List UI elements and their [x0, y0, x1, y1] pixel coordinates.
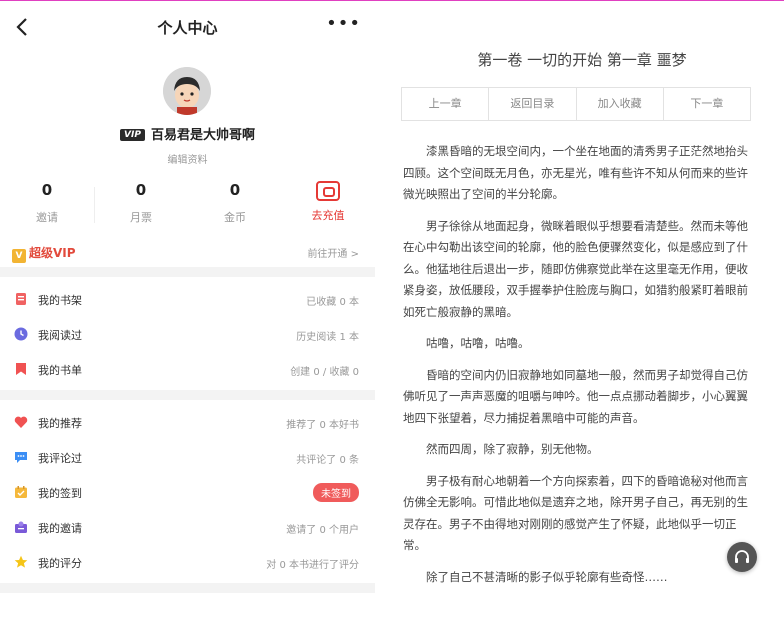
menu-value: 邀请了 0 个用户: [286, 525, 359, 536]
comment-icon: [15, 452, 27, 463]
section-separator: [0, 583, 375, 593]
checkin-status-badge[interactable]: 未签到: [313, 483, 359, 502]
menu-item-comments[interactable]: 我评论过 共评论了 0 条: [0, 439, 375, 474]
crown-icon: V: [12, 249, 26, 263]
avatar[interactable]: [163, 67, 211, 115]
paragraph: 男子徐徐从地面起身，微眯着眼似乎想要看清楚些。然而未等他在心中勾勒出该空间的轮廓…: [403, 218, 748, 319]
reader-panel: 第一卷 一切的开始 第一章 噩梦 上一章 返回目录 加入收藏 下一章 漆黑昏暗的…: [395, 1, 769, 626]
paragraph: 男子极有耐心地朝着一个方向探索着，四下的昏暗诡秘对他而言仿佛全无影响。可惜此地似…: [403, 473, 748, 553]
profile-panel: 个人中心 ••• VIP 百易君是大帅哥啊 编辑资料 0 邀请 0 月票 0 金…: [0, 1, 375, 626]
stat-coins[interactable]: 0 金币: [188, 181, 282, 225]
section-separator: [0, 390, 375, 400]
chapter-content: 漆黑昏暗的无垠空间内，一个坐在地面的清秀男子正茫然地抬头四顾。这个空间既无月色，…: [403, 141, 755, 598]
super-vip-row[interactable]: V 超级VIP 前往开通 >: [0, 237, 375, 267]
bookshelf-icon: [16, 293, 26, 305]
menu-value: 创建 0 / 收藏 0: [290, 367, 359, 378]
clock-icon: [14, 327, 28, 341]
paragraph: 昏暗的空间内仍旧寂静地如同墓地一般，然而男子却觉得自己仿佛听见了一声声恶魔的咀嚼…: [403, 367, 748, 425]
menu-label: 我评论过: [38, 452, 82, 465]
stat-value: 0: [135, 181, 147, 199]
username-row: VIP 百易君是大帅哥啊: [0, 124, 375, 143]
profile-section: VIP 百易君是大帅哥啊 编辑资料: [0, 53, 375, 173]
next-chapter-button[interactable]: 下一章: [664, 88, 750, 120]
more-menu-icon[interactable]: •••: [326, 13, 361, 34]
open-vip-link[interactable]: 前往开通 >: [307, 245, 359, 260]
back-to-toc-button[interactable]: 返回目录: [489, 88, 577, 120]
wallet-icon: [316, 181, 340, 201]
chapter-title: 第一卷 一切的开始 第一章 噩梦: [477, 51, 687, 69]
chapter-nav: 上一章 返回目录 加入收藏 下一章: [401, 87, 751, 121]
menu-label: 我的签到: [38, 487, 82, 500]
menu-group-activity: 我的推荐 推荐了 0 本好书 我评论过 共评论了 0 条 我的签到 未签到 我的…: [0, 400, 375, 583]
add-favorite-button[interactable]: 加入收藏: [577, 88, 664, 120]
menu-label: 我的书架: [38, 294, 82, 307]
menu-item-bookshelf[interactable]: 我的书架 已收藏 0 本: [0, 281, 375, 316]
recharge-label: 去充值: [311, 209, 345, 222]
menu-value: 已收藏 0 本: [306, 297, 359, 308]
invite-icon: [15, 521, 27, 533]
paragraph: 除了自己不甚清晰的影子似乎轮廓有些奇怪……: [426, 569, 668, 584]
menu-group-books: 我的书架 已收藏 0 本 我阅读过 历史阅读 1 本 我的书单 创建 0 / 收…: [0, 277, 375, 390]
edit-profile-link[interactable]: 编辑资料: [0, 151, 375, 166]
menu-value: 共评论了 0 条: [296, 455, 359, 466]
menu-item-ratings[interactable]: 我的评分 对 0 本书进行了评分: [0, 544, 375, 579]
page-title: 个人中心: [157, 19, 218, 37]
headphones-icon[interactable]: [727, 542, 757, 572]
stat-value: 0: [229, 181, 241, 199]
super-vip-label: V 超级VIP: [12, 244, 76, 263]
menu-value: 对 0 本书进行了评分: [266, 560, 359, 571]
calendar-icon: [15, 486, 27, 498]
menu-value: 历史阅读 1 本: [296, 332, 359, 343]
stat-invite[interactable]: 0 邀请: [0, 181, 94, 225]
menu-label: 我的书单: [38, 364, 82, 377]
heart-icon: [14, 416, 28, 428]
menu-label: 我的推荐: [38, 417, 82, 430]
stat-label: 月票: [130, 211, 152, 224]
super-vip-text: 超级VIP: [29, 246, 76, 260]
prev-chapter-button[interactable]: 上一章: [402, 88, 490, 120]
section-separator: [0, 267, 375, 277]
stat-label: 邀请: [36, 211, 58, 224]
vip-badge: VIP: [120, 129, 145, 141]
star-icon: [14, 555, 28, 568]
recharge-button[interactable]: 去充值: [281, 181, 375, 223]
menu-label: 我的评分: [38, 557, 82, 570]
menu-item-booklist[interactable]: 我的书单 创建 0 / 收藏 0: [0, 351, 375, 386]
menu-item-history[interactable]: 我阅读过 历史阅读 1 本: [0, 316, 375, 351]
menu-label: 我阅读过: [38, 329, 82, 342]
bookmark-icon: [16, 363, 26, 375]
stats-row: 0 邀请 0 月票 0 金币 去充值: [0, 173, 375, 237]
username: 百易君是大帅哥啊: [150, 128, 255, 143]
menu-label: 我的邀请: [38, 522, 82, 535]
menu-item-checkin[interactable]: 我的签到 未签到: [0, 474, 375, 509]
menu-item-invites[interactable]: 我的邀请 邀请了 0 个用户: [0, 509, 375, 544]
stat-monthly-ticket[interactable]: 0 月票: [94, 181, 188, 225]
stat-label: 金币: [224, 211, 246, 224]
menu-item-recommend[interactable]: 我的推荐 推荐了 0 本好书: [0, 404, 375, 439]
paragraph: 漆黑昏暗的无垠空间内，一个坐在地面的清秀男子正茫然地抬头四顾。这个空间既无月色，…: [403, 144, 748, 201]
paragraph: 然而四周，除了寂静，别无他物。: [426, 442, 599, 456]
menu-value: 推荐了 0 本好书: [286, 420, 359, 431]
stat-value: 0: [41, 181, 53, 199]
paragraph: 咕噜，咕噜，咕噜。: [426, 336, 530, 350]
header: 个人中心 •••: [0, 1, 375, 53]
